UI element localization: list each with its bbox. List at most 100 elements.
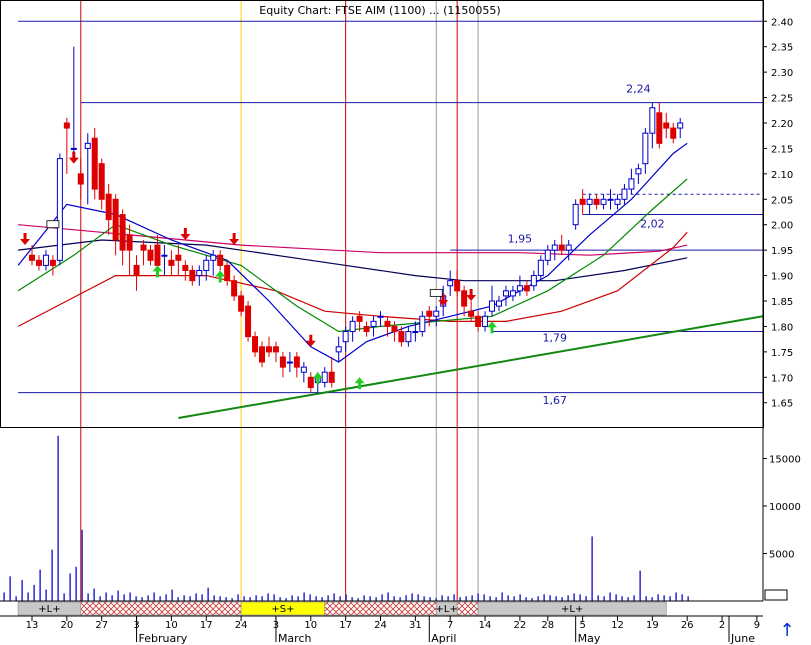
candle-body xyxy=(168,259,175,266)
candle-body xyxy=(328,371,335,383)
candle-body xyxy=(642,132,649,165)
candle-body xyxy=(35,259,42,266)
candle-body xyxy=(530,275,537,287)
candle-body xyxy=(593,198,600,205)
signal-label: +L+ xyxy=(561,604,583,615)
date-tick-label: 7 xyxy=(447,620,453,631)
price-tick-label: 2.05 xyxy=(771,195,793,206)
candle-body xyxy=(91,137,98,190)
candle-body xyxy=(356,315,363,322)
candle-body xyxy=(433,310,440,317)
candle-body xyxy=(502,290,509,297)
candle-body xyxy=(628,178,635,190)
candle-body xyxy=(405,331,412,343)
date-tick-label: 14 xyxy=(479,620,492,631)
candle-body xyxy=(175,254,182,261)
candle-body xyxy=(161,254,168,257)
candle-body xyxy=(342,331,349,343)
signal-label: +S+ xyxy=(271,604,294,615)
candle-body xyxy=(391,325,398,333)
date-tick-label: 10 xyxy=(304,620,317,631)
signal-label: +L+ xyxy=(38,604,60,615)
level-annotation: 1,95 xyxy=(508,233,533,246)
signal-segment xyxy=(324,601,437,616)
month-label: May xyxy=(578,632,601,645)
signal-segment xyxy=(456,601,479,616)
candle-body xyxy=(70,147,77,150)
volume-tick-label: 10000 xyxy=(769,502,801,513)
candle-body xyxy=(426,310,433,317)
candle-body xyxy=(656,112,663,144)
candle-body xyxy=(112,198,119,241)
candle-body xyxy=(293,356,300,368)
date-tick-label: 22 xyxy=(514,620,527,631)
price-tick-label: 1.80 xyxy=(771,322,793,333)
candle-body xyxy=(377,315,384,318)
level-annotation: 2,02 xyxy=(640,217,665,230)
candle-body xyxy=(196,269,203,277)
date-tick-label: 17 xyxy=(200,620,213,631)
candle-body xyxy=(56,158,63,261)
equity-chart: 2,24 2,02 1,95 1,79 1,67 +L+ +S+ +L+ +L+ 2.40 2.… xyxy=(0,0,811,645)
date-tick-label: 20 xyxy=(60,620,73,631)
price-tick-label: 2.30 xyxy=(771,68,793,79)
month-label: April xyxy=(431,632,456,645)
candle-body xyxy=(454,280,461,292)
candle-body xyxy=(210,254,217,261)
candle-body xyxy=(119,214,126,251)
candle-body xyxy=(189,269,196,282)
candle-body xyxy=(49,259,56,266)
candle-body xyxy=(217,254,224,266)
candle-body xyxy=(321,371,328,383)
candle-body xyxy=(133,264,140,277)
candle-body xyxy=(300,366,307,373)
candle-body xyxy=(537,259,544,277)
date-tick-label: 13 xyxy=(26,620,39,631)
candle-body xyxy=(565,244,572,251)
candle-body xyxy=(286,361,293,364)
date-tick-label: 26 xyxy=(681,620,694,631)
date-tick-label: 12 xyxy=(611,620,624,631)
date-tick-label: 17 xyxy=(339,620,352,631)
candle-body xyxy=(238,295,245,312)
month-label: March xyxy=(278,632,312,645)
candle-body xyxy=(677,122,684,129)
candle-body xyxy=(147,249,154,261)
month-label: June xyxy=(730,632,755,645)
candle-body xyxy=(468,310,475,317)
candle-body xyxy=(649,107,656,134)
price-tick-label: 2.15 xyxy=(771,144,793,155)
date-tick-label: 28 xyxy=(541,620,554,631)
volume-tick-label: 5000 xyxy=(769,550,794,561)
candle-body xyxy=(259,346,266,363)
candle-body xyxy=(558,244,565,251)
candle-body xyxy=(265,346,272,353)
ex-dividend-marker xyxy=(429,288,443,297)
candle-body xyxy=(224,264,231,282)
scroll-up-icon[interactable]: ↑ xyxy=(776,620,798,642)
candle-body xyxy=(551,244,558,251)
candle-body xyxy=(349,320,356,333)
candle-body xyxy=(489,300,496,312)
candle-body xyxy=(482,315,489,327)
price-tick-label: 1.90 xyxy=(771,272,793,283)
candle-body xyxy=(663,122,670,129)
candle-body xyxy=(516,285,523,292)
date-tick-label: 2 xyxy=(719,620,725,631)
candle-body xyxy=(42,254,49,266)
ex-dividend-marker xyxy=(46,220,60,229)
candle-body xyxy=(140,244,147,251)
candle-body xyxy=(231,280,238,297)
candle-body xyxy=(203,259,210,271)
candle-body xyxy=(105,193,112,221)
date-tick-label: 24 xyxy=(374,620,387,631)
date-tick-label: 27 xyxy=(95,620,108,631)
candle-body xyxy=(279,356,286,368)
candle-body xyxy=(509,290,516,297)
candle-body xyxy=(182,264,189,271)
candle-body xyxy=(370,320,377,327)
chart-title: Equity Chart: FTSE AIM (1100) ... (11500… xyxy=(259,4,500,17)
price-tick-label: 1.95 xyxy=(771,246,793,257)
candle-body xyxy=(523,285,530,292)
candle-body xyxy=(614,198,621,205)
